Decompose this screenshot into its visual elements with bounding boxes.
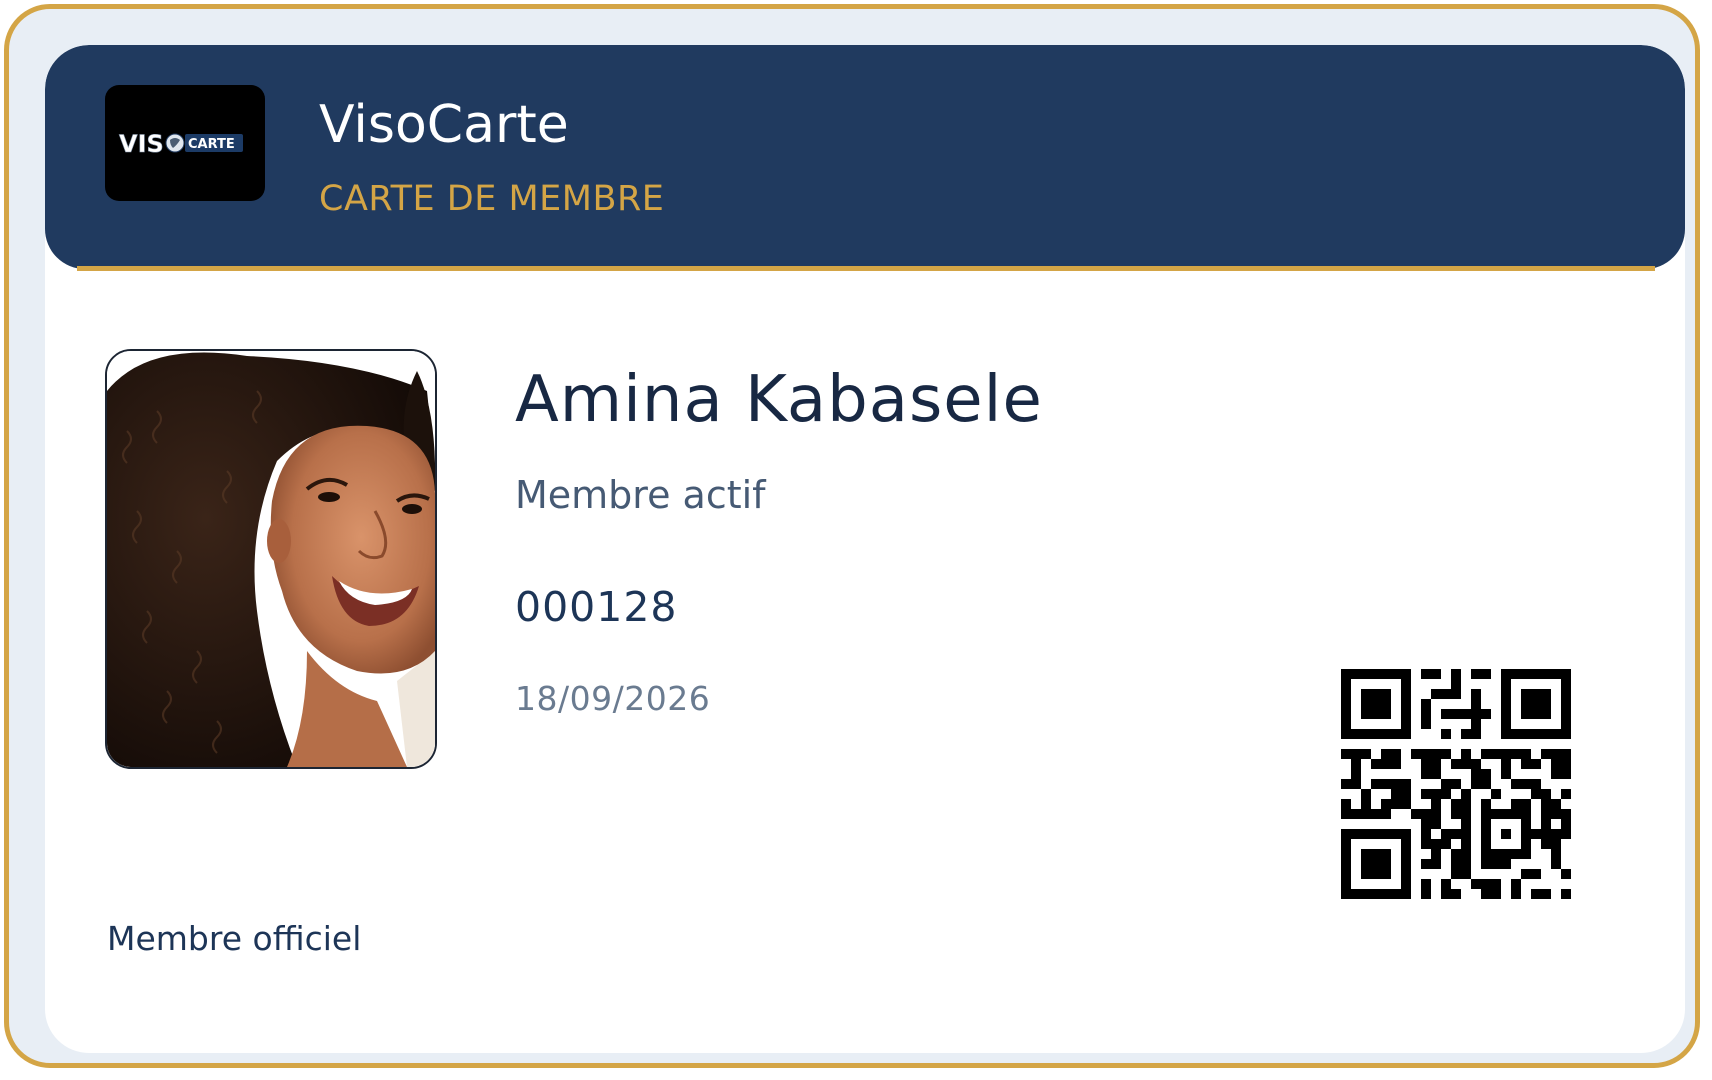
member-photo: [105, 349, 437, 769]
visocarte-logo-icon: VIS CARTE: [119, 130, 243, 158]
member-name: Amina Kabasele: [515, 363, 1043, 437]
member-portrait-photo: [107, 351, 435, 767]
header-divider: [77, 266, 1655, 271]
member-role: Membre actif: [515, 473, 766, 517]
card-frame: VIS CARTE VisoCarte CARTE DE MEMBRE Amin…: [4, 4, 1700, 1068]
member-date: 18/09/2026: [515, 679, 711, 718]
logo-text-carte: CARTE: [188, 137, 235, 152]
qr-code-icon: [1341, 669, 1571, 899]
card-header: VIS CARTE VisoCarte CARTE DE MEMBRE: [45, 45, 1685, 269]
member-card: VIS CARTE VisoCarte CARTE DE MEMBRE Amin…: [45, 45, 1685, 1053]
app-title: VisoCarte: [319, 95, 569, 155]
member-number: 000128: [515, 583, 678, 631]
logo: VIS CARTE: [105, 85, 265, 201]
card-type-label: CARTE DE MEMBRE: [319, 179, 665, 219]
logo-text-vis: VIS: [119, 130, 164, 158]
footer-label: Membre officiel: [107, 919, 362, 958]
